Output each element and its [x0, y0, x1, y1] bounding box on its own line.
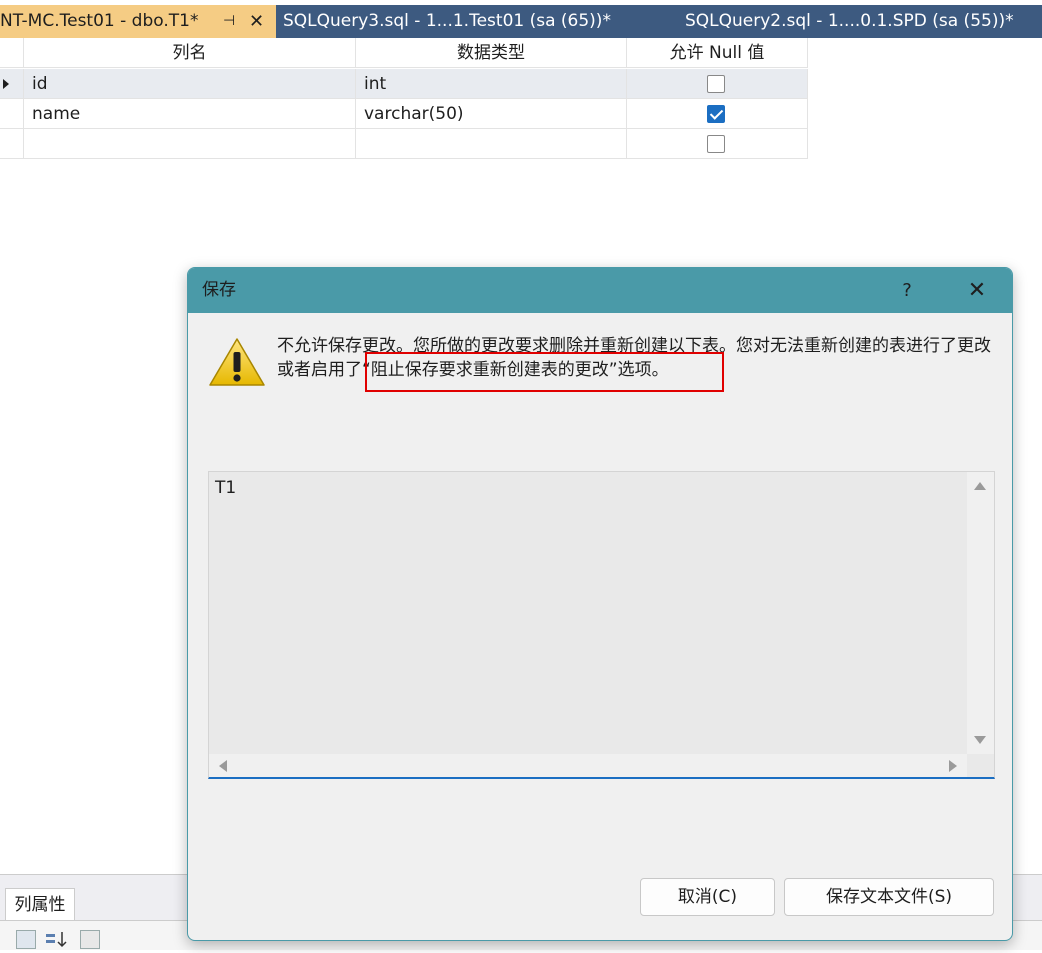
- allow-null-cell: [627, 99, 808, 129]
- warning-icon: [209, 338, 265, 386]
- column-name-cell[interactable]: id: [24, 69, 356, 99]
- tab-title: NT-MC.Test01 - dbo.T1*: [0, 11, 199, 31]
- help-button[interactable]: ?: [894, 268, 920, 313]
- column-name-cell[interactable]: name: [24, 99, 356, 129]
- sort-alphabetical-icon[interactable]: [44, 930, 70, 949]
- row-selector-header: [0, 38, 24, 68]
- sort-alphabetical-icon-glyph: [46, 932, 67, 948]
- categorized-icon[interactable]: [16, 930, 36, 949]
- column-name-cell[interactable]: [24, 129, 356, 159]
- list-item[interactable]: T1: [215, 478, 236, 498]
- table-row[interactable]: id int: [0, 69, 808, 99]
- dialog-title-bar: 保存 ? ✕: [188, 268, 1012, 313]
- data-type-cell[interactable]: int: [356, 69, 627, 99]
- pin-icon[interactable]: ⊣: [223, 5, 235, 38]
- document-tab-strip: NT-MC.Test01 - dbo.T1* ⊣ ✕ SQLQuery3.sql…: [0, 0, 1042, 38]
- column-name-header: 列名: [24, 38, 356, 68]
- allow-null-checkbox[interactable]: [707, 135, 725, 153]
- tab-title: SQLQuery2.sql - 1....0.1.SPD (sa (55))*: [685, 11, 1014, 31]
- save-text-file-button[interactable]: 保存文本文件(S): [784, 878, 994, 916]
- current-row-arrow-icon: [3, 79, 9, 89]
- tab-title: SQLQuery3.sql - 1...1.Test01 (sa (65))*: [283, 11, 611, 31]
- allow-null-checkbox[interactable]: [707, 75, 725, 93]
- table-row[interactable]: name varchar(50): [0, 99, 808, 129]
- save-dialog: 保存 ? ✕ 不允许保存更改。您所做的更改要求删除并重新创建以下表。您对无法重新…: [187, 267, 1013, 941]
- allow-null-checkbox[interactable]: [707, 105, 725, 123]
- tables-list[interactable]: T1: [208, 471, 995, 779]
- data-type-cell[interactable]: [356, 129, 627, 159]
- close-icon[interactable]: ✕: [960, 268, 994, 313]
- tab-table-designer[interactable]: NT-MC.Test01 - dbo.T1* ⊣ ✕: [0, 5, 276, 38]
- row-selector[interactable]: [0, 69, 24, 99]
- cancel-button[interactable]: 取消(C): [640, 878, 775, 916]
- row-selector[interactable]: [0, 99, 24, 129]
- annotation-highlight-box: [365, 352, 724, 392]
- scroll-left-icon[interactable]: [219, 760, 227, 772]
- tab-sqlquery2[interactable]: SQLQuery2.sql - 1....0.1.SPD (sa (55))*: [685, 5, 1014, 38]
- data-type-header: 数据类型: [356, 38, 627, 68]
- property-pages-icon[interactable]: [80, 930, 100, 949]
- allow-null-header: 允许 Null 值: [627, 38, 808, 68]
- tab-sqlquery3[interactable]: SQLQuery3.sql - 1...1.Test01 (sa (65))*: [283, 5, 611, 38]
- grid-header-row: 列名 数据类型 允许 Null 值: [0, 38, 808, 68]
- horizontal-scrollbar[interactable]: [209, 754, 967, 777]
- scroll-down-icon[interactable]: [974, 736, 986, 744]
- scroll-up-icon[interactable]: [974, 482, 986, 490]
- data-type-cell[interactable]: varchar(50): [356, 99, 627, 129]
- allow-null-cell: [627, 69, 808, 99]
- close-tab-icon[interactable]: ✕: [249, 5, 264, 38]
- row-selector[interactable]: [0, 129, 24, 159]
- dialog-title: 保存: [202, 280, 236, 300]
- tab-column-properties[interactable]: 列属性: [5, 888, 75, 921]
- table-row[interactable]: [0, 129, 808, 159]
- allow-null-cell: [627, 129, 808, 159]
- scroll-right-icon[interactable]: [949, 760, 957, 772]
- vertical-scrollbar[interactable]: [967, 472, 994, 754]
